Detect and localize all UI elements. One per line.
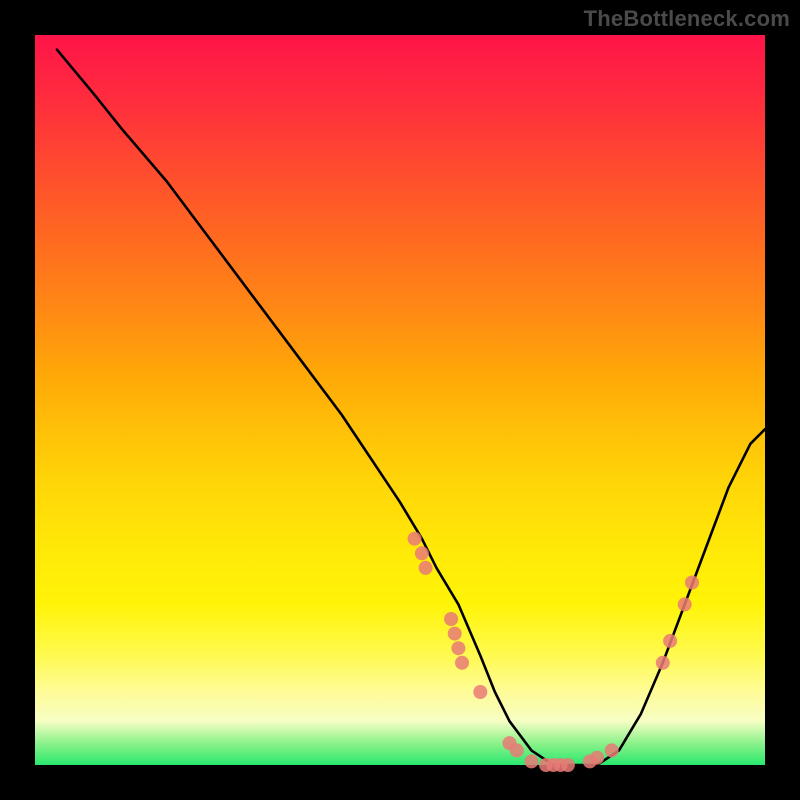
data-marker	[473, 685, 487, 699]
data-marker	[448, 627, 462, 641]
data-marker	[663, 634, 677, 648]
data-marker	[455, 656, 469, 670]
chart-frame: TheBottleneck.com	[0, 0, 800, 800]
data-marker	[510, 743, 524, 757]
data-marker	[524, 754, 538, 768]
data-marker	[656, 656, 670, 670]
marker-layer	[408, 532, 699, 772]
data-marker	[444, 612, 458, 626]
data-marker	[561, 758, 575, 772]
data-marker	[590, 751, 604, 765]
data-marker	[408, 532, 422, 546]
data-marker	[415, 546, 429, 560]
data-marker	[419, 561, 433, 575]
data-marker	[451, 641, 465, 655]
data-marker	[678, 597, 692, 611]
chart-svg	[35, 35, 765, 765]
watermark-text: TheBottleneck.com	[584, 6, 790, 32]
data-marker	[605, 743, 619, 757]
data-marker	[685, 576, 699, 590]
